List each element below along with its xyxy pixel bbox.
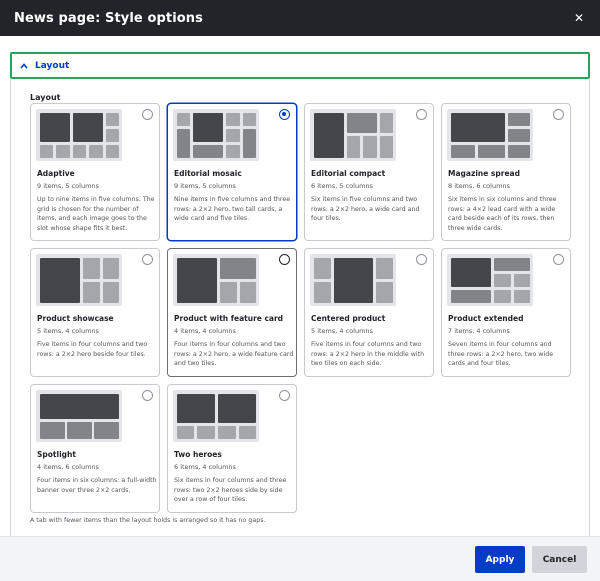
dialog-titlebar: News page: Style options ✕ (0, 0, 600, 36)
layout-radio[interactable] (553, 109, 564, 120)
layout-option-description: Six items in six columns and three rows:… (448, 196, 557, 232)
layout-option-name: Magazine spread (448, 169, 520, 178)
layout-details-summary: Layout (35, 60, 70, 71)
layout-option-description: Nine items in five columns and three row… (174, 196, 291, 223)
layout-help-note: A tab with fewer items than the layout h… (30, 517, 266, 524)
cancel-button[interactable]: Cancel (532, 546, 587, 573)
layout-thumbnail (447, 109, 533, 161)
layout-option-adaptive[interactable]: Adaptive 9 items, 5 columns Up to nine i… (30, 103, 160, 241)
layout-radio[interactable] (416, 109, 427, 120)
dialog-title: News page: Style options (14, 10, 203, 26)
layout-option-magazine-spread[interactable]: Magazine spread 8 items, 6 columns Six i… (441, 103, 571, 241)
layout-option-name: Product with feature card (174, 314, 284, 323)
layout-option-editorial-mosaic[interactable]: Editorial mosaic 9 items, 5 columns Nine… (167, 103, 297, 241)
layout-option-name: Product extended (448, 314, 524, 323)
layout-thumbnail (173, 390, 259, 442)
layout-thumbnail (36, 109, 122, 161)
layout-option-product-extended[interactable]: Product extended 7 items, 4 columns Seve… (441, 248, 571, 377)
layout-option-name: Spotlight (37, 450, 76, 459)
layout-option-description: Four items in four columns and two rows:… (174, 341, 294, 368)
style-options-dialog: News page: Style options ✕ Layout Layout… (0, 0, 600, 581)
layout-radio[interactable] (279, 109, 290, 120)
layout-thumbnail (173, 254, 259, 306)
layout-option-meta: 9 items, 5 columns (174, 182, 236, 190)
layout-option-name: Product showcase (37, 314, 114, 323)
layout-option-description: Five items in four columns and two rows:… (37, 341, 148, 358)
layout-radio[interactable] (142, 254, 153, 265)
layout-option-spotlight[interactable]: Spotlight 4 items, 6 columns Four items … (30, 384, 160, 513)
layout-option-name: Editorial mosaic (174, 169, 242, 178)
chevron-up-icon (20, 62, 28, 69)
layout-thumbnail (173, 109, 259, 161)
layout-option-meta: 5 items, 4 columns (311, 327, 373, 335)
layout-option-meta: 6 items, 5 columns (311, 182, 373, 190)
layout-option-name: Centered product (311, 314, 386, 323)
layout-thumbnail (36, 390, 122, 442)
layout-option-editorial-compact[interactable]: Editorial compact 6 items, 5 columns Six… (304, 103, 434, 241)
layout-thumbnail (447, 254, 533, 306)
layout-option-description: Six items in four columns and three rows… (174, 477, 287, 504)
layout-radio[interactable] (142, 390, 153, 401)
layout-option-meta: 6 items, 4 columns (174, 463, 236, 471)
layout-option-meta: 4 items, 6 columns (37, 463, 99, 471)
layout-option-centered-product[interactable]: Centered product 5 items, 4 columns Five… (304, 248, 434, 377)
layout-option-description: Five items in four columns and two rows:… (311, 341, 425, 368)
dialog-footer: Apply Cancel (0, 536, 600, 581)
close-icon[interactable]: ✕ (570, 9, 588, 27)
layout-radio[interactable] (279, 390, 290, 401)
layout-radio[interactable] (553, 254, 564, 265)
layout-option-description: Seven items in four columns and three ro… (448, 341, 554, 368)
layout-option-description: Four items in six columns: a full-width … (37, 477, 157, 494)
layout-radio[interactable] (416, 254, 427, 265)
layout-option-meta: 8 items, 6 columns (448, 182, 510, 190)
layout-option-meta: 5 items, 4 columns (37, 327, 99, 335)
layout-group-label: Layout (30, 93, 61, 102)
layout-option-name: Adaptive (37, 169, 75, 178)
layout-option-meta: 9 items, 5 columns (37, 182, 99, 190)
layout-radio[interactable] (142, 109, 153, 120)
layout-thumbnail (310, 254, 396, 306)
layout-radio[interactable] (279, 254, 290, 265)
layout-thumbnail (36, 254, 122, 306)
layout-option-name: Editorial compact (311, 169, 386, 178)
layout-option-product-with-feature-card[interactable]: Product with feature card 4 items, 4 col… (167, 248, 297, 377)
layout-details-toggle[interactable]: Layout (10, 52, 590, 79)
apply-button[interactable]: Apply (475, 546, 525, 573)
layout-option-meta: 7 items, 4 columns (448, 327, 510, 335)
layout-option-meta: 4 items, 4 columns (174, 327, 236, 335)
layout-option-two-heroes[interactable]: Two heroes 6 items, 4 columns Six items … (167, 384, 297, 513)
layout-thumbnail (310, 109, 396, 161)
layout-option-product-showcase[interactable]: Product showcase 5 items, 4 columns Five… (30, 248, 160, 377)
layout-option-name: Two heroes (174, 450, 222, 459)
layout-option-description: Up to nine items in five columns. The gr… (37, 196, 155, 232)
layout-option-description: Six items in five columns and two rows: … (311, 196, 420, 223)
